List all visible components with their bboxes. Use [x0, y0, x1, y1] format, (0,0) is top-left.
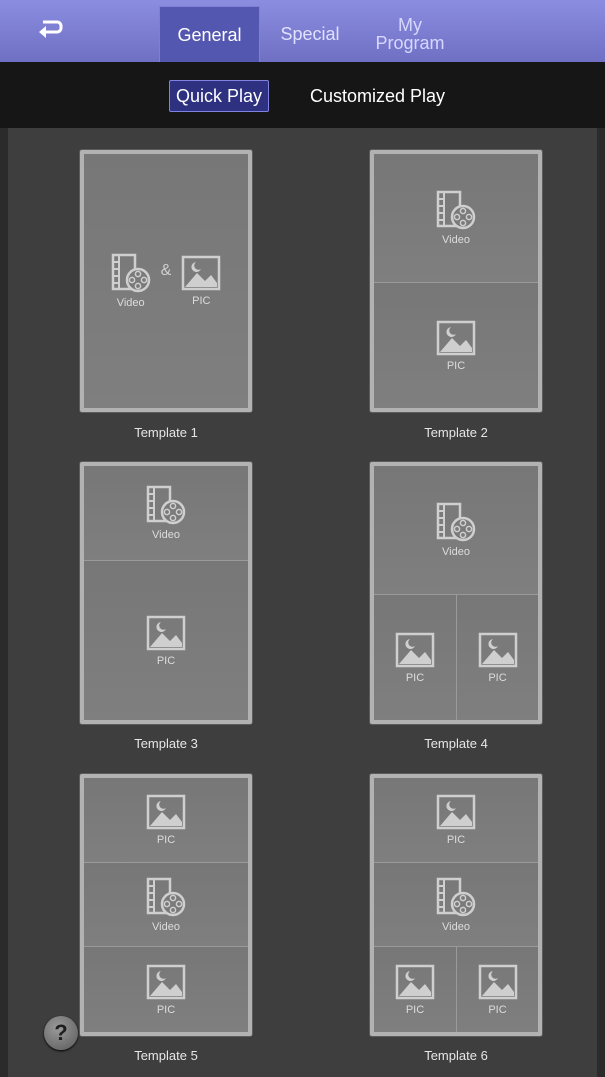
- template-4-caption: Template 4: [424, 736, 488, 751]
- picture-icon: [146, 615, 186, 651]
- pic-label: PIC: [446, 834, 466, 846]
- picture-icon: [395, 632, 435, 668]
- template-3-caption: Template 3: [134, 736, 198, 751]
- template-6-card[interactable]: PIC Video PIC PIC: [370, 774, 542, 1036]
- video-icon: [436, 190, 476, 230]
- video-label: Video: [116, 297, 145, 309]
- video-icon: [146, 485, 186, 525]
- picture-icon: [146, 794, 186, 830]
- video-icon: [111, 253, 151, 293]
- video-icon: [436, 877, 476, 917]
- video-icon: [146, 877, 186, 917]
- tab-special[interactable]: Special: [268, 6, 352, 62]
- help-button[interactable]: ?: [44, 1016, 78, 1050]
- top-navigation-bar: General Special My Program: [0, 0, 605, 62]
- template-grid: Video & PIC Template 1 Video PIC Templat…: [8, 128, 597, 1077]
- picture-icon: [395, 964, 435, 1000]
- template-5-caption: Template 5: [134, 1048, 198, 1063]
- picture-icon: [478, 632, 518, 668]
- template-3-card[interactable]: Video PIC: [80, 462, 252, 724]
- tab-special-label: Special: [280, 24, 340, 44]
- tab-my-program-label: My Program: [375, 15, 445, 53]
- tab-my-program[interactable]: My Program: [360, 6, 460, 62]
- picture-icon: [146, 964, 186, 1000]
- video-label: Video: [442, 920, 470, 933]
- video-label: Video: [152, 529, 180, 541]
- customized-play-button[interactable]: Customized Play: [290, 80, 465, 112]
- pic-label: PIC: [488, 671, 507, 684]
- pic-label: PIC: [405, 1003, 425, 1016]
- video-label: Video: [442, 234, 470, 246]
- pic-label: PIC: [156, 654, 176, 667]
- template-1-card[interactable]: Video & PIC: [80, 150, 252, 412]
- video-label: Video: [152, 920, 180, 933]
- template-1-caption: Template 1: [134, 425, 198, 440]
- template-2-caption: Template 2: [424, 425, 488, 440]
- pic-label: PIC: [488, 1003, 507, 1016]
- video-icon: [436, 502, 476, 542]
- template-5-card[interactable]: PIC Video PIC: [80, 774, 252, 1036]
- tab-general[interactable]: General: [159, 6, 260, 62]
- template-2-card[interactable]: Video PIC: [370, 150, 542, 412]
- template-4-card[interactable]: Video PIC PIC: [370, 462, 542, 724]
- question-mark-icon: ?: [54, 1020, 68, 1045]
- ampersand-label: &: [160, 262, 172, 279]
- quick-play-button[interactable]: Quick Play: [169, 80, 269, 112]
- picture-icon: [181, 255, 221, 291]
- pic-label: PIC: [405, 671, 425, 684]
- picture-icon: [436, 794, 476, 830]
- template-6-caption: Template 6: [424, 1048, 488, 1063]
- pic-label: PIC: [192, 295, 211, 307]
- back-button[interactable]: [0, 0, 100, 62]
- back-arrow-icon: [37, 18, 63, 45]
- pic-label: PIC: [156, 834, 176, 846]
- pic-label: PIC: [446, 359, 466, 372]
- picture-icon: [478, 964, 518, 1000]
- video-label: Video: [442, 546, 470, 558]
- tab-general-label: General: [177, 24, 242, 45]
- picture-icon: [436, 320, 476, 356]
- pic-label: PIC: [156, 1003, 176, 1016]
